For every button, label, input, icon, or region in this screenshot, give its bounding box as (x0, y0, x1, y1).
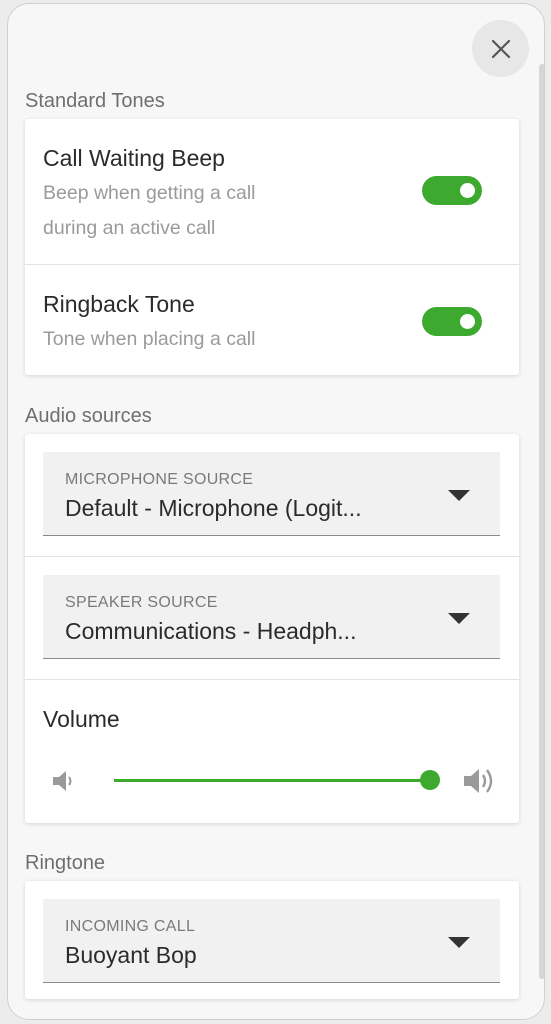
microphone-source-label: MICROPHONE SOURCE (65, 471, 254, 488)
volume-row: Volume (25, 680, 519, 823)
volume-slider-thumb[interactable] (420, 770, 440, 790)
chevron-down-icon (448, 937, 470, 948)
microphone-source-select[interactable]: MICROPHONE SOURCE Default - Microphone (… (43, 452, 500, 536)
ringback-tone-toggle[interactable] (422, 307, 482, 336)
call-waiting-beep-toggle[interactable] (422, 176, 482, 205)
speaker-source-label: SPEAKER SOURCE (65, 594, 218, 611)
ringtone-heading: Ringtone (25, 852, 106, 874)
call-waiting-beep-row: Call Waiting Beep Beep when getting a ca… (25, 119, 519, 264)
audio-sources-card: MICROPHONE SOURCE Default - Microphone (… (25, 434, 519, 823)
call-waiting-beep-description-line-1: Beep when getting a call (43, 182, 256, 204)
ringback-tone-row: Ringback Tone Tone when placing a call (25, 265, 519, 375)
toggle-knob (460, 314, 475, 329)
incoming-call-label: INCOMING CALL (65, 918, 196, 935)
ringtone-card: INCOMING CALL Buoyant Bop (25, 881, 519, 999)
microphone-source-value: Default - Microphone (Logit... (65, 495, 362, 521)
call-waiting-beep-title: Call Waiting Beep (43, 145, 225, 171)
ringback-tone-description: Tone when placing a call (43, 328, 256, 350)
incoming-call-select[interactable]: INCOMING CALL Buoyant Bop (43, 899, 500, 983)
chevron-down-icon (448, 490, 470, 501)
standard-tones-card: Call Waiting Beep Beep when getting a ca… (25, 119, 519, 375)
volume-slider-track[interactable] (114, 779, 432, 782)
standard-tones-heading: Standard Tones (25, 90, 165, 112)
volume-label: Volume (43, 706, 120, 732)
volume-high-icon[interactable] (462, 766, 498, 796)
audio-settings-panel: Standard Tones Call Waiting Beep Beep wh… (7, 3, 545, 1020)
call-waiting-beep-description-line-2: during an active call (43, 217, 216, 239)
audio-sources-heading: Audio sources (25, 405, 152, 427)
volume-low-icon[interactable] (51, 768, 77, 794)
close-button[interactable] (472, 20, 529, 77)
toggle-knob (460, 183, 475, 198)
chevron-down-icon (448, 613, 470, 624)
speaker-source-select[interactable]: SPEAKER SOURCE Communications - Headph..… (43, 575, 500, 659)
speaker-source-value: Communications - Headph... (65, 618, 357, 644)
ringback-tone-title: Ringback Tone (43, 291, 195, 317)
incoming-call-value: Buoyant Bop (65, 942, 197, 968)
scrollbar[interactable] (539, 64, 544, 979)
close-icon (491, 39, 510, 58)
divider (25, 556, 519, 557)
